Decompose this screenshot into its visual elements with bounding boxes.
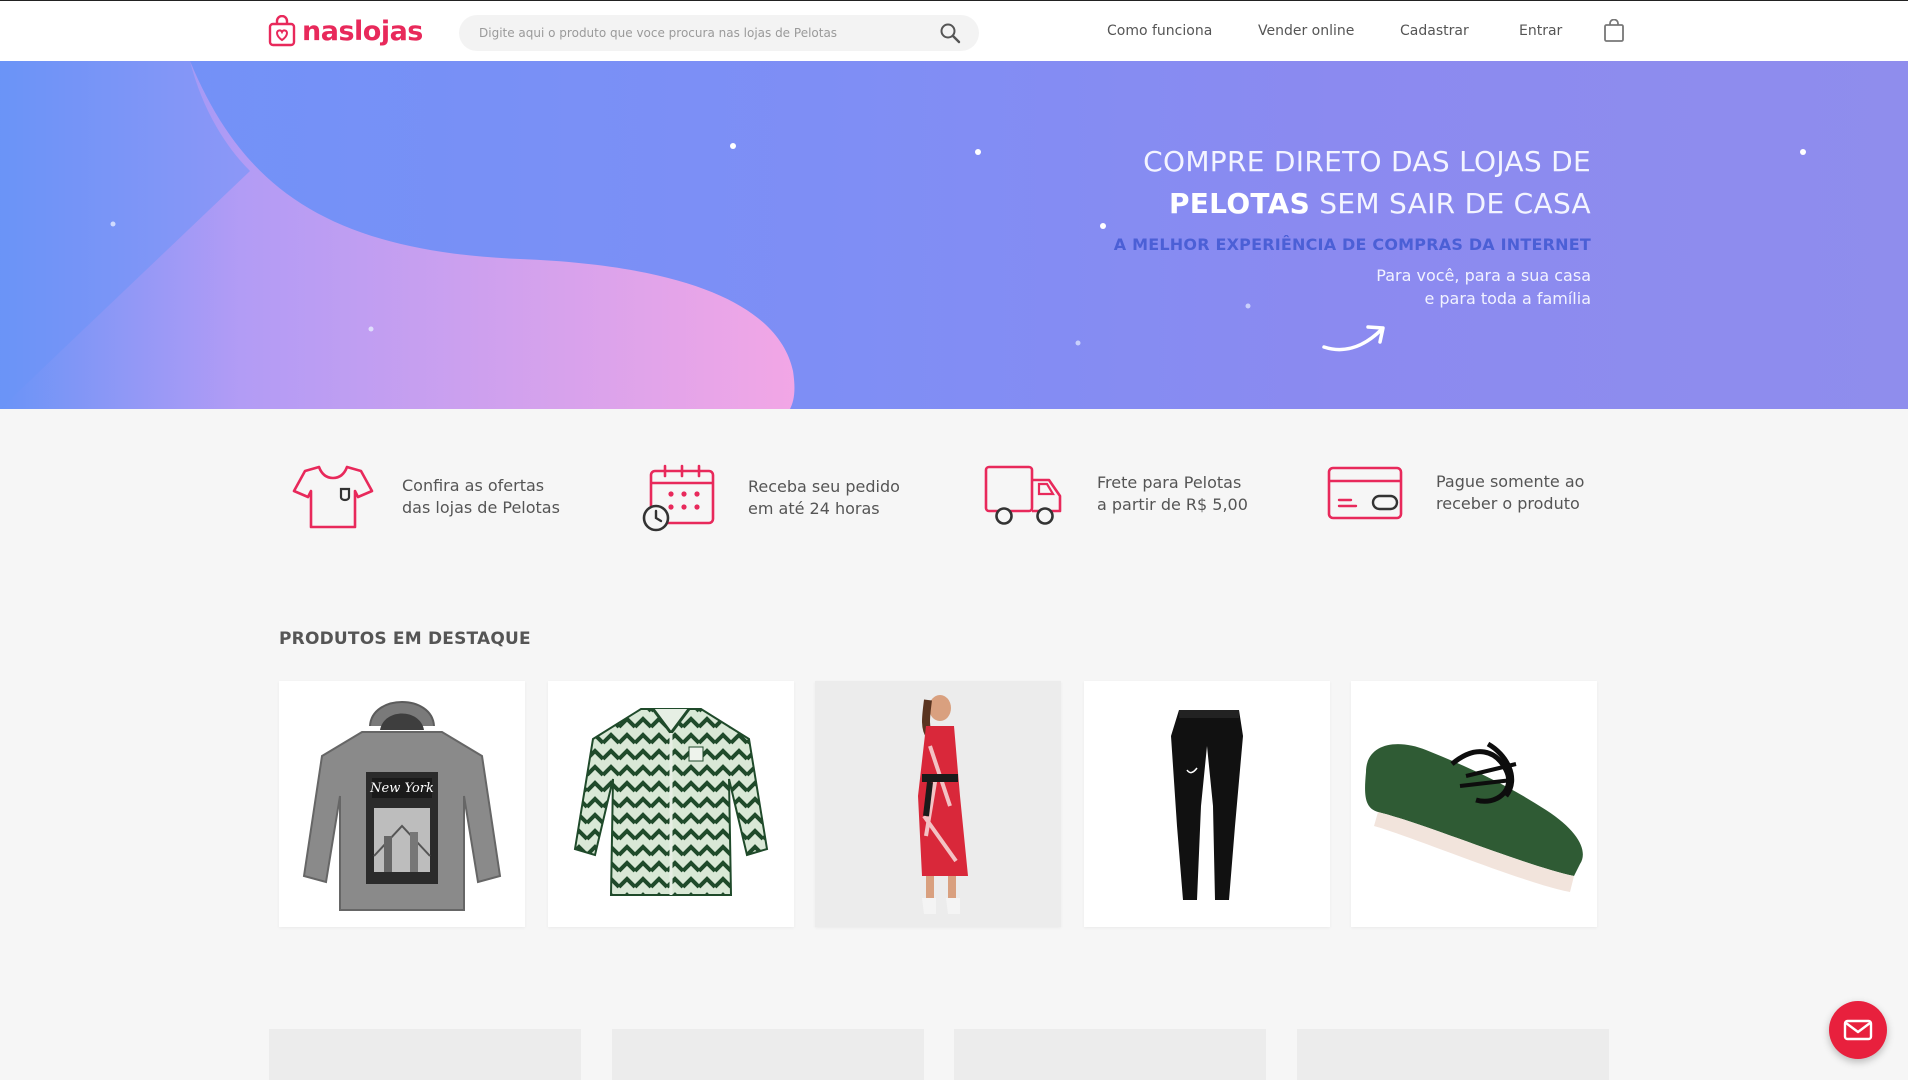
feature-entrega-line2: em até 24 horas [748,499,880,518]
feature-frete-line1: Frete para Pelotas [1097,473,1242,492]
product-card-dress[interactable] [815,681,1061,927]
product-card-shirt[interactable] [548,681,794,927]
feature-ofertas: Confira as ofertas das lojas de Pelotas [291,463,560,531]
tshirt-icon [292,465,374,529]
feature-ofertas-line2: das lojas de Pelotas [402,498,560,517]
calendar-clock-icon [642,464,715,532]
category-card-4[interactable] [1297,1029,1609,1080]
feature-pagamento-text: Pague somente ao receber o produto [1436,471,1584,515]
feature-frete-line2: a partir de R$ 5,00 [1097,495,1248,514]
black-leggings-image [1171,710,1243,900]
hero-headline-rest: SEM SAIR DE CASA [1310,187,1591,220]
red-dress-model-image [918,695,968,914]
nav-entrar[interactable]: Entrar [1519,23,1562,39]
search-bar [459,15,979,51]
credit-card-icon [1327,466,1403,520]
search-icon[interactable] [939,22,961,44]
product-card-sneaker[interactable] [1351,681,1597,927]
category-card-3[interactable] [954,1029,1266,1080]
patterned-shirt-image [573,708,769,896]
feature-pagamento-line1: Pague somente ao [1436,472,1585,491]
hero-headline-line1: COMPRE DIRETO DAS LOJAS DE [1143,145,1591,178]
feature-ofertas-line1: Confira as ofertas [402,476,545,495]
feature-entrega-line1: Receba seu pedido [748,477,900,496]
section-title-destaque: PRODUTOS EM DESTAQUE [279,629,531,649]
logo[interactable]: naslojas [268,13,423,49]
product-card-hoodie[interactable]: New York [279,681,525,927]
feature-entrega-text: Receba seu pedido em até 24 horas [748,476,900,520]
green-sneaker-image [1365,741,1583,892]
hero-headline-bold: PELOTAS [1168,187,1311,220]
nav-cadastrar[interactable]: Cadastrar [1400,23,1469,39]
shopping-bag-heart-icon [268,15,296,47]
hero-paragraph-line2: e para toda a família [1424,289,1591,308]
feature-frete: Frete para Pelotas a partir de R$ 5,00 [983,464,1248,526]
mail-icon [1843,1019,1873,1041]
hero-banner: COMPRE DIRETO DAS LOJAS DE PELOTAS SEM S… [0,61,1908,409]
hoodie-image: New York [302,701,502,911]
feature-pagamento-line2: receber o produto [1436,494,1580,513]
feature-pagamento: Pague somente ao receber o produto [1326,465,1584,521]
curved-arrow-icon [1322,325,1385,352]
logo-text: naslojas [302,15,423,47]
shopping-bag-icon[interactable] [1603,19,1625,43]
hero-paragraph-line1: Para você, para a sua casa [1376,266,1591,285]
search-input[interactable] [459,15,919,51]
contact-fab[interactable] [1829,1001,1887,1059]
category-card-2[interactable] [612,1029,924,1080]
feature-ofertas-text: Confira as ofertas das lojas de Pelotas [402,475,560,519]
feature-entrega: Receba seu pedido em até 24 horas [641,463,900,533]
hero-headline-line2: PELOTAS SEM SAIR DE CASA [1114,183,1591,225]
category-card-1[interactable] [269,1029,581,1080]
hero-wave-shape [0,61,1806,409]
header: naslojas Como funciona Vender online Cad… [0,0,1908,61]
nav-vender-online[interactable]: Vender online [1258,23,1354,39]
hero-text-block: COMPRE DIRETO DAS LOJAS DE PELOTAS SEM S… [1114,141,1591,310]
nav-como-funciona[interactable]: Como funciona [1107,23,1212,39]
svg-text:New York: New York [369,781,434,796]
truck-icon [984,465,1062,525]
hero-subtitle: A MELHOR EXPERIÊNCIA DE COMPRAS DA INTER… [1113,235,1591,254]
feature-frete-text: Frete para Pelotas a partir de R$ 5,00 [1097,472,1248,516]
product-card-leggings[interactable] [1084,681,1330,927]
